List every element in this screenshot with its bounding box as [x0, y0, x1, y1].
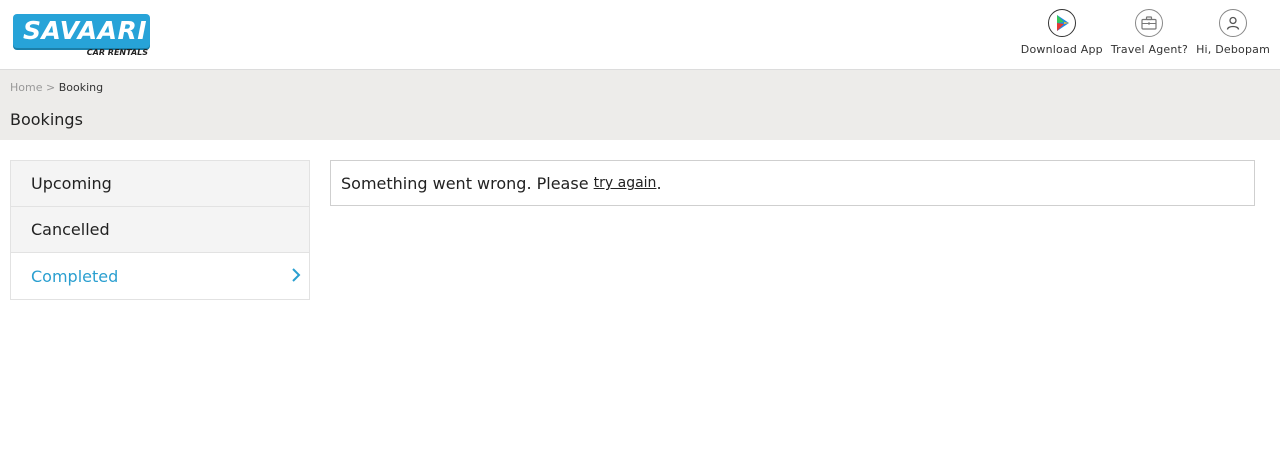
logo-tagline: CAR RENTALS [86, 48, 148, 57]
sidebar-item-label: Upcoming [31, 174, 112, 193]
error-message-text: Something went wrong. Please [341, 173, 589, 193]
travel-agent-label: Travel Agent? [1110, 43, 1189, 56]
logo-box: SAVAARI [13, 14, 150, 48]
error-message-panel: Something went wrong. Please try again. [330, 160, 1255, 206]
user-greeting-label: Hi, Debopam [1196, 43, 1270, 56]
sidebar-item-upcoming[interactable]: Upcoming [11, 161, 309, 207]
breadcrumb-separator: > [45, 81, 56, 94]
page-subheader: Home > Booking Bookings [0, 70, 1280, 140]
page-title: Bookings [10, 110, 83, 129]
header-actions: Download App Travel Agent? Hi, Debopam [1021, 9, 1270, 56]
user-icon [1219, 9, 1248, 37]
download-app-button[interactable]: Download App [1021, 9, 1103, 56]
user-menu-button[interactable]: Hi, Debopam [1196, 9, 1270, 56]
savaari-logo[interactable]: SAVAARI CAR RENTALS [13, 14, 150, 61]
error-message-suffix: . [656, 173, 662, 193]
play-store-icon [1047, 9, 1076, 37]
breadcrumb-home-link[interactable]: Home [10, 81, 42, 94]
booking-tabs-sidebar: Upcoming Cancelled Completed [10, 160, 310, 300]
download-app-label: Download App [1020, 43, 1103, 56]
sidebar-item-label: Cancelled [31, 220, 110, 239]
breadcrumb: Home > Booking [10, 81, 103, 94]
sidebar-item-label: Completed [31, 266, 119, 286]
sidebar-item-cancelled[interactable]: Cancelled [11, 207, 309, 253]
breadcrumb-current: Booking [58, 81, 104, 94]
travel-agent-button[interactable]: Travel Agent? [1111, 9, 1188, 56]
try-again-link[interactable]: try again [594, 175, 657, 191]
briefcase-icon [1135, 9, 1164, 37]
chevron-right-icon [291, 267, 301, 287]
logo-brand: SAVAARI [23, 16, 148, 45]
site-header: SAVAARI CAR RENTALS Download App Travel … [0, 0, 1280, 70]
sidebar-item-completed[interactable]: Completed [11, 253, 309, 299]
